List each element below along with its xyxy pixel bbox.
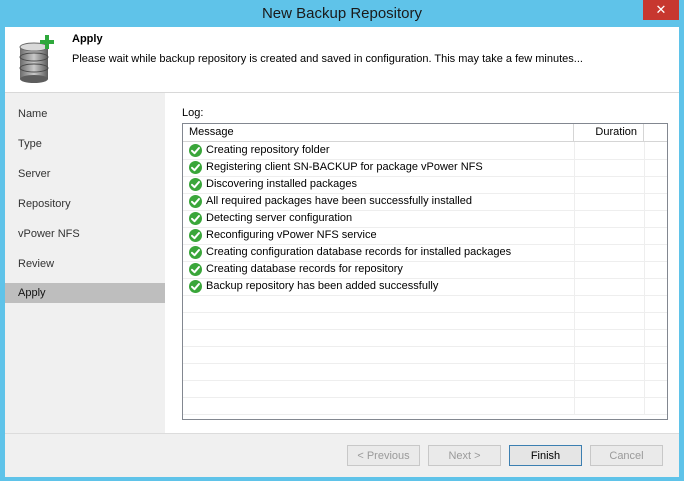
message-cell (183, 346, 575, 363)
table-row[interactable]: Creating database records for repository (183, 261, 667, 279)
dialog-client: Apply Please wait while backup repositor… (5, 27, 679, 477)
log-message: Discovering installed packages (206, 178, 358, 190)
duration-cell (574, 329, 645, 346)
previous-button[interactable]: < Previous (347, 445, 420, 466)
success-check-icon (189, 161, 202, 174)
wizard-steps: Name Type Server Repository vPower NFS R… (5, 93, 165, 433)
success-check-icon (189, 280, 202, 293)
wizard-header: Apply Please wait while backup repositor… (5, 27, 679, 93)
duration-cell (574, 244, 645, 261)
message-cell: Discovering installed packages (183, 176, 575, 193)
message-cell (183, 380, 575, 397)
column-header-duration[interactable]: Duration (574, 124, 644, 141)
log-message: Creating configuration database records … (206, 246, 512, 258)
message-cell: Registering client SN-BACKUP for package… (183, 159, 575, 176)
nav-step-server[interactable]: Server (5, 164, 165, 184)
log-message: Backup repository has been added success… (206, 280, 439, 292)
duration-cell (574, 397, 645, 414)
nav-step-vpower-nfs[interactable]: vPower NFS (5, 224, 165, 244)
message-cell: All required packages have been successf… (183, 193, 575, 210)
duration-cell (574, 278, 645, 295)
nav-step-apply[interactable]: Apply (5, 283, 165, 303)
success-check-icon (189, 263, 202, 276)
duration-cell (574, 210, 645, 227)
nav-step-repository[interactable]: Repository (5, 194, 165, 214)
success-check-icon (189, 178, 202, 191)
duration-cell (574, 227, 645, 244)
success-check-icon (189, 229, 202, 242)
dialog-window: New Backup Repository ✕ Apply Please wai… (0, 0, 684, 481)
log-message: All required packages have been successf… (206, 195, 472, 207)
title-bar[interactable]: New Backup Repository ✕ (0, 0, 684, 27)
success-check-icon (189, 144, 202, 157)
log-list[interactable]: Message Duration Creating repository fol… (182, 123, 668, 420)
main-panel: Log: Message Duration Creating repositor… (165, 93, 679, 433)
window-title: New Backup Repository (261, 5, 423, 22)
duration-cell (574, 176, 645, 193)
step-description: Please wait while backup repository is c… (72, 53, 583, 65)
message-cell (183, 312, 575, 329)
message-cell: Creating configuration database records … (183, 244, 575, 261)
cancel-button[interactable]: Cancel (590, 445, 663, 466)
table-row[interactable] (183, 295, 667, 313)
duration-cell (574, 261, 645, 278)
duration-cell (574, 142, 645, 159)
database-add-icon (19, 35, 54, 83)
table-row[interactable]: Discovering installed packages (183, 176, 667, 194)
message-cell (183, 397, 575, 414)
success-check-icon (189, 212, 202, 225)
duration-cell (574, 346, 645, 363)
table-row[interactable]: All required packages have been successf… (183, 193, 667, 211)
message-cell (183, 363, 575, 380)
message-cell: Creating database records for repository (183, 261, 575, 278)
table-row[interactable]: Reconfiguring vPower NFS service (183, 227, 667, 245)
log-message: Creating repository folder (206, 144, 330, 156)
duration-cell (574, 363, 645, 380)
table-row[interactable] (183, 397, 667, 415)
column-header-message[interactable]: Message (183, 124, 574, 141)
success-check-icon (189, 195, 202, 208)
close-button[interactable]: ✕ (643, 0, 679, 20)
table-row[interactable] (183, 346, 667, 364)
table-row[interactable]: Backup repository has been added success… (183, 278, 667, 296)
log-label: Log: (182, 107, 204, 119)
message-cell: Reconfiguring vPower NFS service (183, 227, 575, 244)
nav-step-name[interactable]: Name (5, 104, 165, 124)
log-header: Message Duration (183, 124, 667, 142)
wizard-footer: < Previous Next > Finish Cancel (5, 433, 679, 477)
log-message: Detecting server configuration (206, 212, 353, 224)
table-row[interactable] (183, 380, 667, 398)
table-row[interactable]: Detecting server configuration (183, 210, 667, 228)
log-message: Creating database records for repository (206, 263, 403, 275)
finish-button[interactable]: Finish (509, 445, 582, 466)
message-cell (183, 295, 575, 312)
log-message: Registering client SN-BACKUP for package… (206, 161, 483, 173)
message-cell: Creating repository folder (183, 142, 575, 159)
table-row[interactable] (183, 312, 667, 330)
table-row[interactable]: Creating repository folder (183, 142, 667, 160)
duration-cell (574, 380, 645, 397)
log-message: Reconfiguring vPower NFS service (206, 229, 377, 241)
message-cell: Backup repository has been added success… (183, 278, 575, 295)
nav-step-review[interactable]: Review (5, 254, 165, 274)
table-row[interactable] (183, 363, 667, 381)
nav-step-type[interactable]: Type (5, 134, 165, 154)
step-title: Apply (72, 33, 103, 45)
duration-cell (574, 295, 645, 312)
duration-cell (574, 193, 645, 210)
success-check-icon (189, 246, 202, 259)
next-button[interactable]: Next > (428, 445, 501, 466)
message-cell (183, 329, 575, 346)
duration-cell (574, 312, 645, 329)
duration-cell (574, 159, 645, 176)
table-row[interactable]: Creating configuration database records … (183, 244, 667, 262)
message-cell: Detecting server configuration (183, 210, 575, 227)
table-row[interactable] (183, 329, 667, 347)
close-icon: ✕ (655, 2, 667, 17)
table-row[interactable]: Registering client SN-BACKUP for package… (183, 159, 667, 177)
